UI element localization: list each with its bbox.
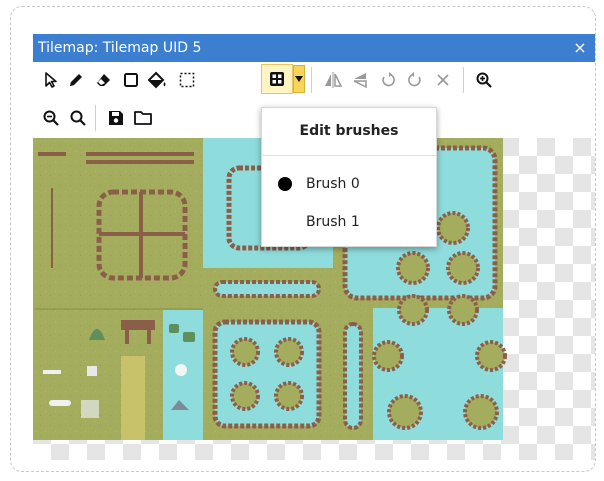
- zoom-out-icon[interactable]: [38, 105, 64, 131]
- flip-horizontal-icon[interactable]: [320, 67, 346, 93]
- window-title: Tilemap: Tilemap UID 5: [38, 40, 202, 56]
- brush-icon[interactable]: [261, 64, 293, 94]
- save-icon[interactable]: [103, 105, 129, 131]
- menu-divider: [262, 155, 436, 156]
- tilemap-editor-window: Tilemap: Tilemap UID 5 × Edit brushes Br…: [33, 34, 595, 460]
- rect-select-icon[interactable]: [174, 67, 200, 93]
- menu-item-brush-1[interactable]: Brush 1: [262, 203, 436, 241]
- edit-brushes-menu: Edit brushes Brush 0 Brush 1: [261, 107, 437, 247]
- rotate-right-icon[interactable]: [402, 67, 428, 93]
- cursor-icon[interactable]: [38, 67, 64, 93]
- zoom-in-icon[interactable]: [471, 67, 497, 93]
- folder-icon[interactable]: [130, 105, 156, 131]
- toolbar-separator: [463, 67, 464, 93]
- zoom-reset-icon[interactable]: [65, 105, 91, 131]
- flip-vertical-icon[interactable]: [347, 67, 373, 93]
- menu-item-label: Brush 1: [306, 214, 360, 230]
- title-bar: Tilemap: Tilemap UID 5 ×: [33, 34, 595, 62]
- pencil-icon[interactable]: [63, 67, 89, 93]
- selected-dot-icon: [278, 177, 292, 191]
- toolbar-separator: [95, 105, 96, 131]
- close-button[interactable]: ×: [570, 34, 590, 62]
- eraser-icon[interactable]: [91, 67, 117, 93]
- menu-item-brush-0[interactable]: Brush 0: [262, 165, 436, 203]
- rotate-left-icon[interactable]: [375, 67, 401, 93]
- bucket-fill-icon[interactable]: [145, 67, 171, 93]
- toolbar-separator: [311, 67, 312, 93]
- menu-item-label: Brush 0: [306, 176, 360, 192]
- rectangle-icon[interactable]: [118, 67, 144, 93]
- menu-header: Edit brushes: [299, 123, 399, 139]
- clear-icon[interactable]: [430, 67, 456, 93]
- brush-dropdown-icon[interactable]: [293, 65, 305, 93]
